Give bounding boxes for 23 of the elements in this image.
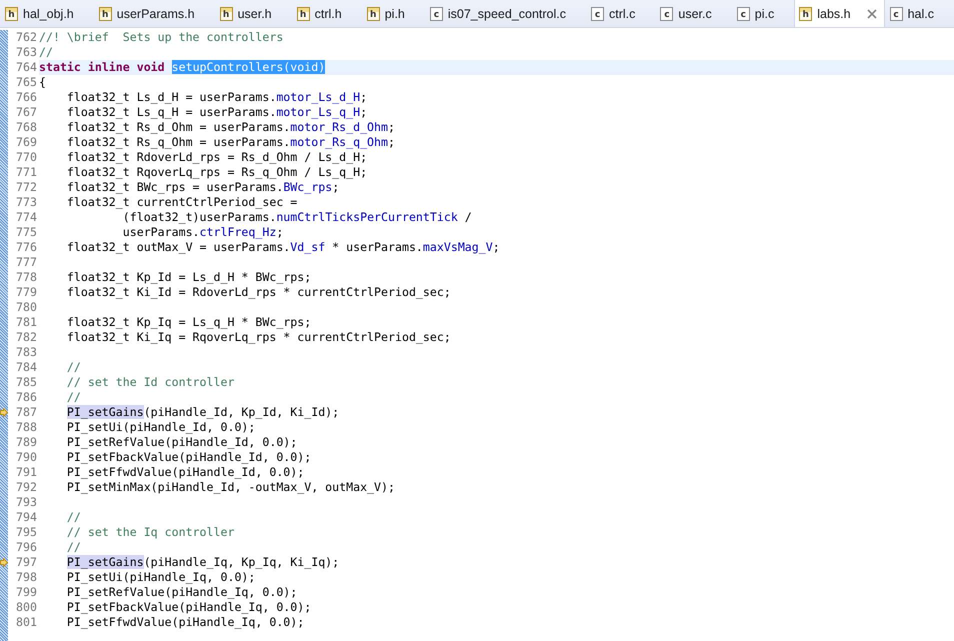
editor-tab[interactable]: h userParams.h — [94, 0, 215, 27]
file-icon: h — [5, 6, 18, 20]
file-icon: h — [799, 6, 812, 20]
file-icon: h — [366, 6, 380, 20]
editor-tab[interactable]: c user.c — [655, 0, 732, 27]
editor-tab[interactable]: c hal.c — [884, 0, 954, 27]
file-icon: c — [591, 6, 604, 20]
editor-tab[interactable]: h hal_obj.h — [0, 0, 94, 27]
editor-tab[interactable]: c is07_speed_control.c — [424, 0, 586, 27]
editor-tab[interactable]: h ctrl.h — [292, 0, 362, 27]
file-icon: c — [660, 6, 674, 20]
editor-tab[interactable]: c ctrl.c — [586, 0, 656, 27]
close-icon[interactable] — [866, 8, 878, 20]
editor-tab[interactable]: h pi.h — [362, 0, 425, 27]
editor-tab[interactable]: c pi.c — [732, 0, 794, 27]
file-icon: c — [890, 6, 903, 20]
file-icon: h — [98, 6, 112, 20]
editor-tab[interactable]: h labs.h — [794, 0, 885, 27]
file-icon: c — [430, 6, 443, 20]
editor-tab[interactable]: h user.h — [214, 0, 292, 27]
file-icon: h — [296, 6, 310, 20]
file-icon: h — [220, 6, 233, 20]
file-icon: c — [736, 6, 750, 20]
